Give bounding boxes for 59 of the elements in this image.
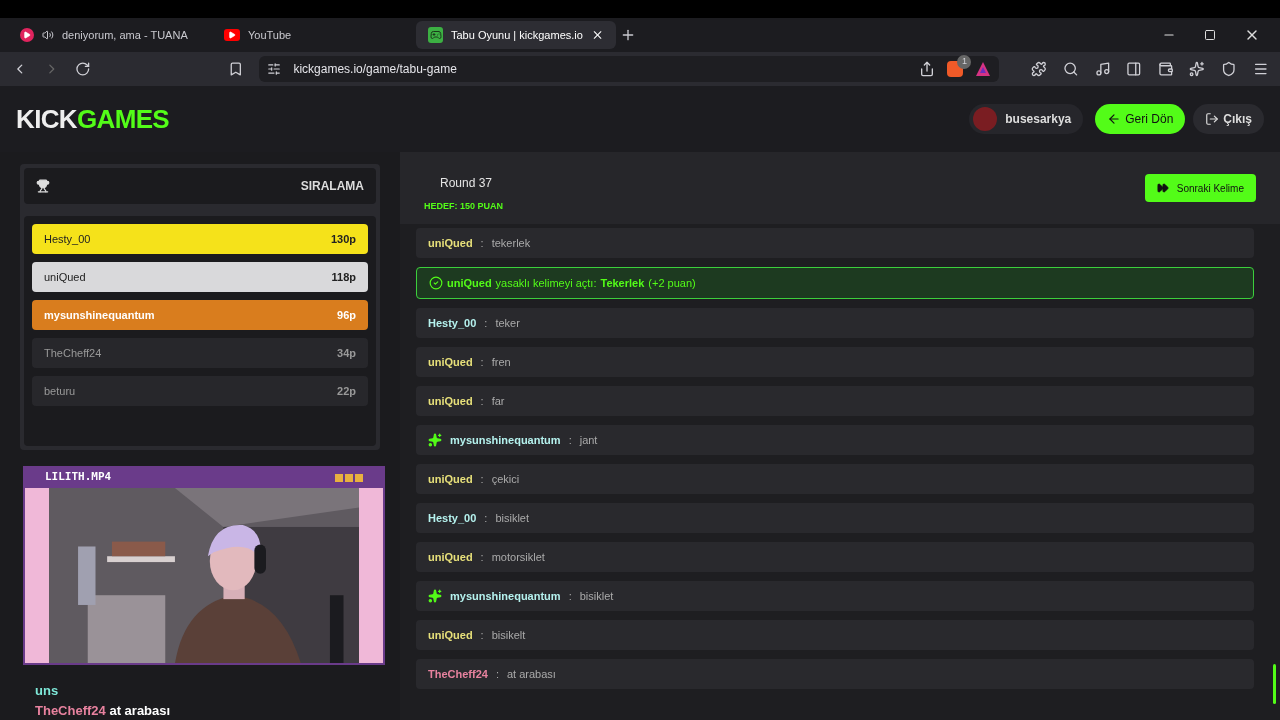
reload-icon[interactable] [75,61,91,77]
back-button[interactable]: Geri Dön [1095,104,1186,134]
round-title: Round 37 [439,175,494,193]
chat-message: uniQued : bisikelt [416,620,1254,650]
wallet-icon[interactable] [1157,61,1174,77]
menu-icon[interactable] [1252,61,1269,77]
sidebar-icon[interactable] [1126,61,1142,77]
stream-caption: TheCheff24 at arabası [34,701,172,720]
chat-message: uniQued : far [416,386,1254,416]
logout-button[interactable]: Çıkış [1193,104,1264,134]
target-score: HEDEF: 150 PUAN [424,200,504,214]
sparkle-icon[interactable] [1189,61,1205,77]
chat-message: uniQued : çekici [416,464,1254,494]
unlock-notice: uniQued yasaklı kelimeyi açtı: Tekerlek (+2 puan) [416,267,1254,299]
extensions-icon[interactable] [1031,61,1048,77]
music-icon[interactable] [1094,61,1111,77]
search-icon[interactable] [1063,61,1079,77]
chat-message: TheCheff24 : at arabası [416,659,1254,689]
close-icon [355,473,363,482]
user-chip[interactable]: busesarkya [969,104,1084,134]
leaderboard-row: Hesty_00 130p [32,224,368,254]
fast-forward-icon [1156,182,1169,194]
avatar [973,107,998,131]
new-tab-icon[interactable] [620,27,636,43]
trophy-icon [36,179,50,193]
logout-icon [1205,112,1220,126]
scrollbar-thumb[interactable] [1272,664,1276,704]
check-icon [429,276,443,290]
leaderboard-row: beturu 22p [32,376,368,406]
maximize-icon[interactable] [1204,29,1216,41]
leaderboard-row: TheCheff24 34p [32,338,368,368]
leaderboard-row: mysunshinequantum 96p [32,300,368,330]
leaderboard-title: SIRALAMA [300,178,364,195]
chat-message: uniQued : motorsiklet [416,542,1254,572]
chat-message: mysunshinequantum : bisiklet [416,581,1254,611]
browser-tab[interactable]: Tabu Oyunu | kickgames.io [416,21,616,49]
browser-tab[interactable]: YouTube [212,21,412,49]
next-word-button[interactable]: Sonraki Kelime [1144,174,1256,202]
chat-message: uniQued : tekerlek [416,228,1254,258]
address-bar[interactable]: kickgames.io/game/tabu-game 1 [259,56,1000,82]
site-settings-icon[interactable] [267,62,282,76]
music-icon [20,28,34,42]
gamepad-icon [428,27,443,43]
chat-message: uniQued : fren [416,347,1254,377]
triangle-icon[interactable] [975,61,992,77]
speaker-icon [42,29,54,41]
browser-tab[interactable]: deniyorum, ama - TUANA [8,21,208,49]
notification-badge: 1 [957,55,972,69]
minimize-icon [335,473,343,482]
webcam-title: LILITH.MP4 [45,469,112,486]
chat-message: Hesty_00 : bisiklet [416,503,1254,533]
leaderboard-row: uniQued 118p [32,262,368,292]
chat-message: mysunshinequantum : jant [416,425,1254,455]
video-icon [224,29,240,41]
logo[interactable]: KICKGAMES [16,99,170,139]
chat-message: Hesty_00 : teker [416,308,1254,338]
maximize-icon [345,473,353,482]
share-icon[interactable] [919,61,936,77]
stream-caption: uns [34,682,60,700]
